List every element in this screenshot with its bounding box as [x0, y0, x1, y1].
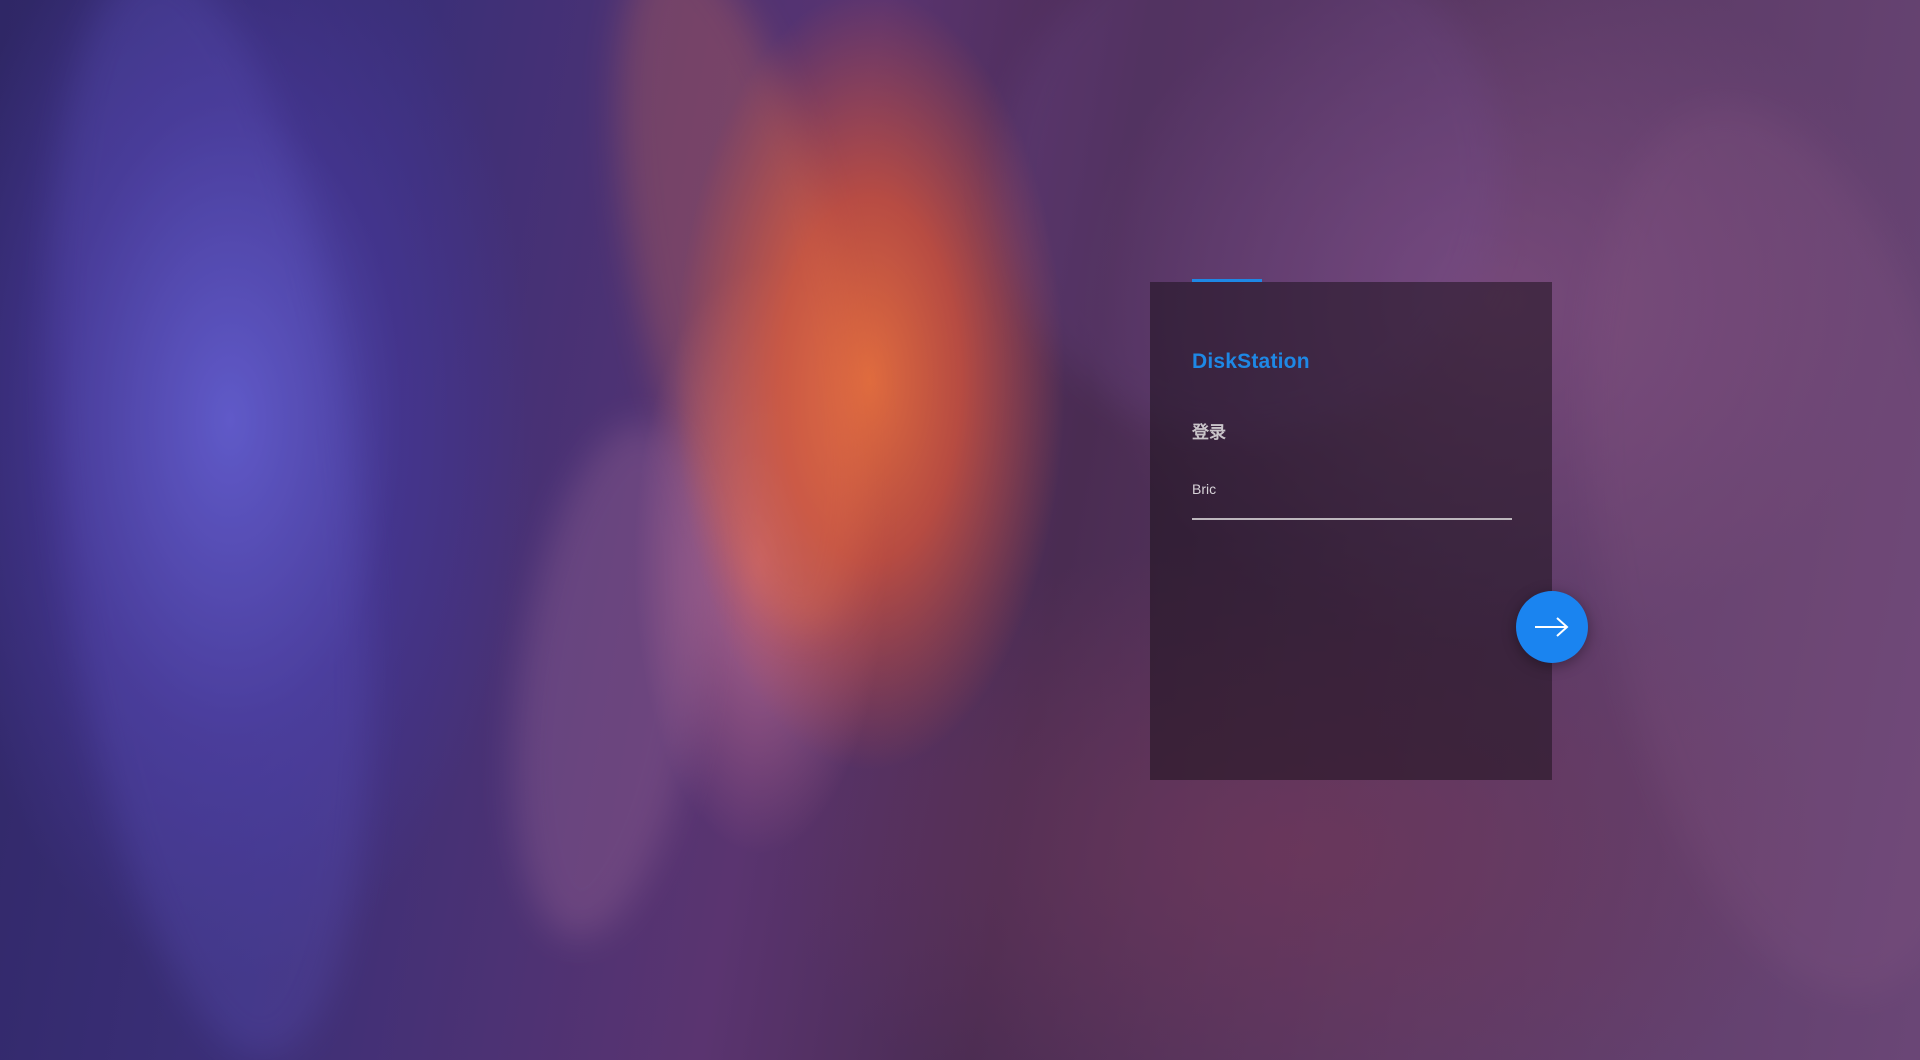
wallpaper-streak	[3, 0, 417, 1060]
brand-title: DiskStation	[1192, 350, 1310, 373]
wallpaper-streak	[1524, 73, 1920, 1027]
background-wallpaper	[0, 0, 1920, 1060]
username-field[interactable]	[1192, 474, 1512, 520]
username-input[interactable]	[1192, 474, 1512, 504]
arrow-right-icon	[1535, 617, 1569, 637]
login-heading: 登录	[1192, 423, 1226, 443]
accent-line	[1192, 279, 1262, 282]
next-button[interactable]	[1516, 591, 1588, 663]
